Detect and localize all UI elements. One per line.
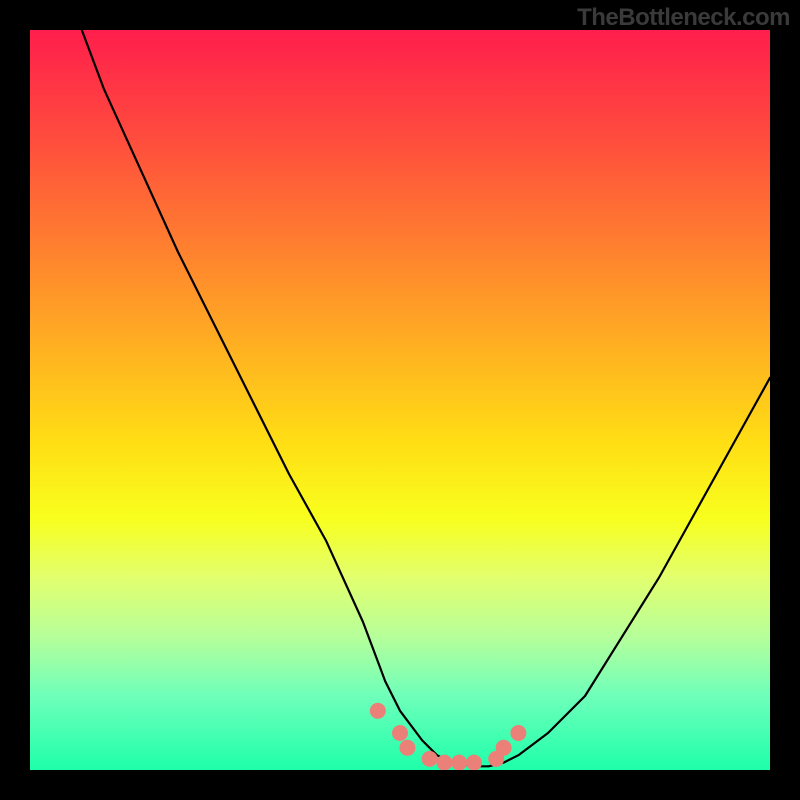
plot-area (30, 30, 770, 770)
trough-marker (399, 740, 415, 756)
watermark-text: TheBottleneck.com (577, 4, 790, 32)
trough-marker (422, 751, 438, 767)
trough-marker (392, 725, 408, 741)
chart-svg (30, 30, 770, 770)
chart-frame: TheBottleneck.com (0, 0, 800, 800)
trough-marker (451, 755, 467, 770)
trough-marker (370, 703, 386, 719)
trough-marker (466, 755, 482, 770)
trough-marker (436, 755, 452, 770)
trough-markers (370, 703, 527, 770)
trough-marker (496, 740, 512, 756)
trough-marker (510, 725, 526, 741)
bottleneck-curve (82, 30, 770, 766)
